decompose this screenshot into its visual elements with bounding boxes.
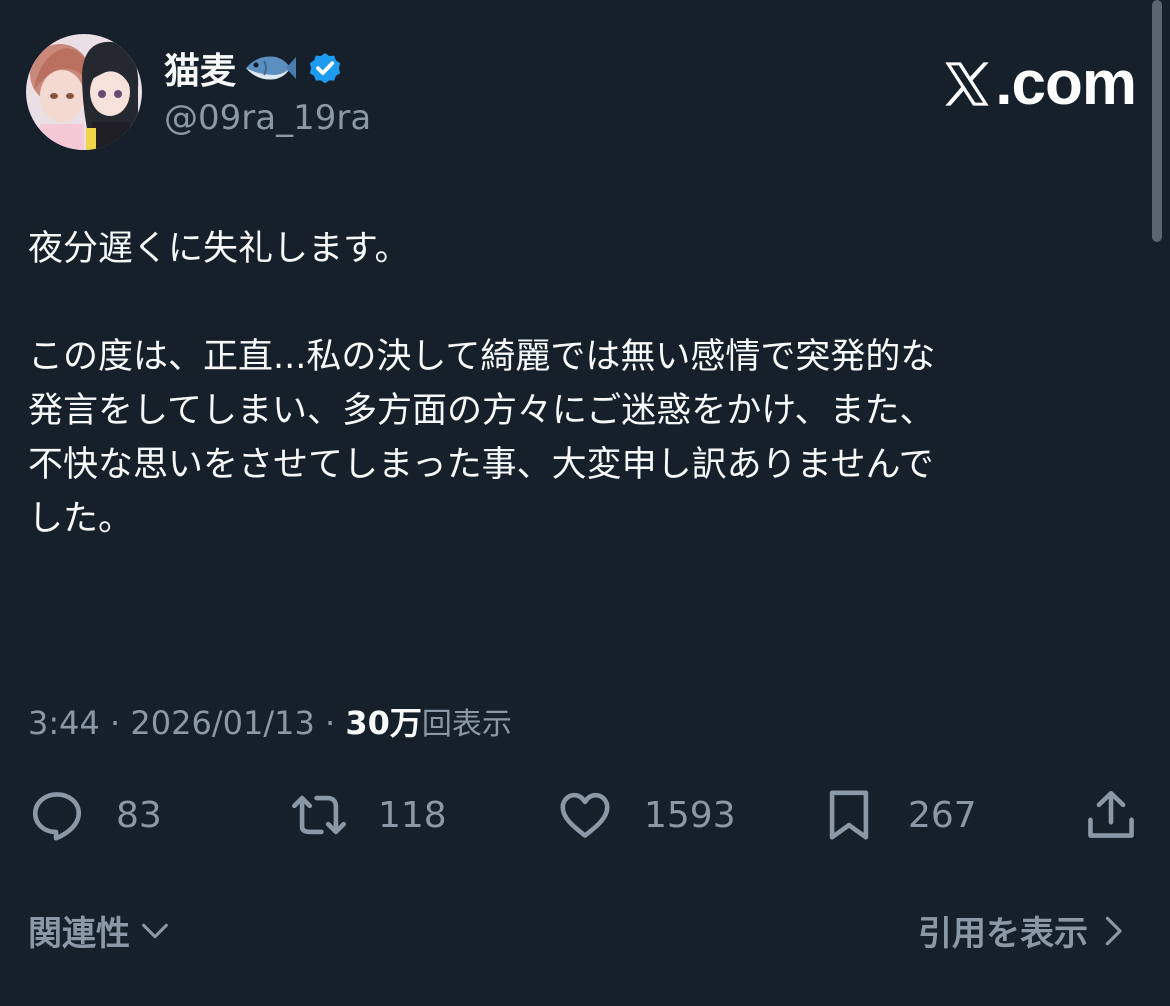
display-name-row[interactable]: 猫麦 xyxy=(164,44,371,92)
tweet-header: 猫麦 @09ra_19ra .com xyxy=(26,34,1137,152)
repost-icon xyxy=(292,795,346,835)
brand-logo: .com xyxy=(941,48,1137,119)
show-quotes-link[interactable]: 引用を表示 xyxy=(918,906,1130,955)
scrollbar[interactable] xyxy=(1152,0,1162,242)
reply-count: 83 xyxy=(116,794,162,836)
author-handle[interactable]: @09ra_19ra xyxy=(164,98,371,138)
action-bar: 83 118 1593 267 xyxy=(28,780,1140,850)
tweet-line: した。 xyxy=(28,499,134,539)
sort-relevance-dropdown[interactable]: 関連性 xyxy=(28,906,172,955)
display-name[interactable]: 猫麦 xyxy=(164,42,236,94)
author-names: 猫麦 @09ra_19ra xyxy=(164,44,371,138)
tweet-time[interactable]: 3:44 xyxy=(28,704,100,742)
tweet-line: 不快な思いをさせてしまった事、大変申し訳ありませんで xyxy=(28,445,934,485)
like-count: 1593 xyxy=(644,794,736,836)
fish-icon xyxy=(246,56,297,80)
share-icon xyxy=(1088,790,1134,838)
repost-button[interactable]: 118 xyxy=(290,780,447,850)
bookmark-button[interactable]: 267 xyxy=(820,780,977,850)
views-count[interactable]: 30万 xyxy=(345,704,422,742)
meta-separator: · xyxy=(99,704,131,742)
bookmark-count: 267 xyxy=(908,794,977,836)
like-icon xyxy=(560,792,610,838)
tweet-text: 夜分遅くに失礼します。 この度は、正直...私の決して綺麗では無い感情で突発的な… xyxy=(28,222,1128,546)
repost-count: 118 xyxy=(378,794,447,836)
tweet-line-blank xyxy=(28,276,1128,330)
reply-icon xyxy=(32,792,82,841)
chevron-down-icon xyxy=(142,923,168,938)
x-logo-icon xyxy=(945,61,989,106)
tweet-line: 発言をしてしまい、多方面の方々にご迷惑をかけ、また、 xyxy=(28,391,935,431)
meta-separator: · xyxy=(314,704,346,742)
share-button[interactable] xyxy=(1082,780,1140,850)
bookmark-icon xyxy=(829,790,869,840)
tweet-line: 夜分遅くに失礼します。 xyxy=(28,229,410,269)
relevance-label: 関連性 xyxy=(28,914,130,954)
tweet-date[interactable]: 2026/01/13 xyxy=(130,704,314,742)
views-label[interactable]: 回表示 xyxy=(422,707,512,742)
like-button[interactable]: 1593 xyxy=(556,780,736,850)
chevron-right-icon xyxy=(1105,916,1122,945)
show-quotes-label: 引用を表示 xyxy=(918,914,1088,954)
tweet-line: この度は、正直...私の決して綺麗では無い感情で突発的な xyxy=(28,337,936,377)
verified-badge-icon[interactable] xyxy=(306,49,344,87)
avatar[interactable] xyxy=(26,34,142,150)
reply-button[interactable]: 83 xyxy=(28,780,162,850)
tweet-meta: 3:44 · 2026/01/13 · 30万回表示 xyxy=(28,698,512,744)
brand-domain: .com xyxy=(995,49,1137,118)
